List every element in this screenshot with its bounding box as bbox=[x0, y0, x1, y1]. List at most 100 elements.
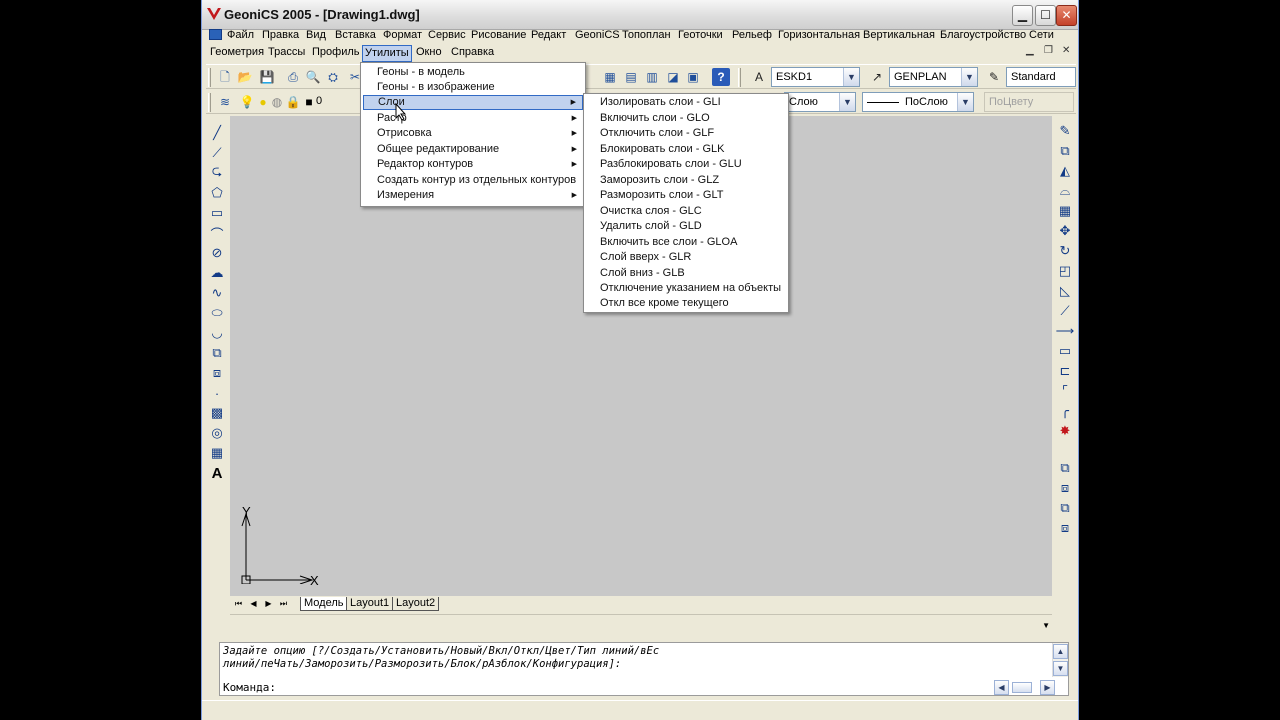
print-icon[interactable]: ⎙ bbox=[284, 68, 302, 86]
mdi-restore-icon[interactable]: ❐ bbox=[1044, 45, 1053, 56]
scroll-up-icon[interactable]: ▲ bbox=[1053, 644, 1068, 659]
polyline-icon[interactable]: ⮎ bbox=[207, 163, 227, 183]
draworder-above-icon[interactable]: ⧉ bbox=[1055, 498, 1075, 518]
maximize-button[interactable]: ☐ bbox=[1035, 5, 1056, 26]
rotate-icon[interactable]: ↻ bbox=[1055, 241, 1075, 261]
last-tab-icon[interactable]: ⏭ bbox=[277, 598, 290, 610]
draworder-back-icon[interactable]: ⧈ bbox=[1055, 478, 1075, 498]
toolbar-grip[interactable] bbox=[208, 68, 211, 87]
line-icon[interactable]: ╱ bbox=[207, 123, 227, 143]
layer-manager-icon[interactable]: ≋ bbox=[216, 93, 234, 111]
extend-icon[interactable]: ⟶ bbox=[1055, 321, 1075, 341]
submenu-item-off-all-but-current[interactable]: Откл все кроме текущего bbox=[586, 296, 786, 311]
menu-item-contour-editor[interactable]: Редактор контуров ▶ bbox=[363, 157, 583, 172]
chevron-down-icon[interactable]: ▼ bbox=[843, 68, 859, 86]
menu-geometry[interactable]: Геометрия bbox=[210, 44, 264, 61]
menu-item-create-contour[interactable]: Создать контур из отдельных контуров bbox=[363, 173, 583, 188]
mdi-minimize-icon[interactable]: ▁ bbox=[1026, 45, 1034, 56]
current-layer-name[interactable]: 0 bbox=[316, 95, 322, 107]
tab-model[interactable]: Модель bbox=[300, 597, 348, 611]
submenu-item-layer-down[interactable]: Слой вниз - GLB bbox=[586, 266, 786, 281]
quickcalc-icon[interactable]: ▣ bbox=[684, 68, 702, 86]
ellipse-icon[interactable]: ⬭ bbox=[207, 303, 227, 323]
hatch-icon[interactable]: ▩ bbox=[207, 403, 227, 423]
draworder-icon[interactable]: ⧉ bbox=[1055, 458, 1075, 478]
title-bar[interactable]: GeoniCS 2005 - [Drawing1.dwg] ▁ ☐ ✕ bbox=[202, 0, 1078, 30]
explode-icon[interactable]: ✸ bbox=[1055, 421, 1075, 441]
toolbar-grip[interactable] bbox=[738, 68, 741, 87]
command-vertical-scrollbar[interactable]: ▲ ▼ bbox=[1052, 643, 1068, 677]
markup-icon[interactable]: ◪ bbox=[664, 68, 682, 86]
region-icon[interactable]: ◎ bbox=[207, 423, 227, 443]
join-icon[interactable]: ⊏ bbox=[1055, 361, 1075, 381]
command-window[interactable]: Задайте опцию [?/Создать/Установить/Новы… bbox=[219, 642, 1069, 696]
trim-icon[interactable]: ⟋ bbox=[1055, 301, 1075, 321]
tool-palettes-icon[interactable]: ▤ bbox=[622, 68, 640, 86]
dim-style-icon[interactable]: ↗ bbox=[868, 68, 886, 86]
menu-item-geons-to-model[interactable]: Геоны - в модель bbox=[363, 65, 583, 80]
submenu-item-layers-on[interactable]: Включить слои - GLO bbox=[586, 111, 786, 126]
revision-cloud-icon[interactable]: ☁ bbox=[207, 263, 227, 283]
menu-item-measurements[interactable]: Измерения ▶ bbox=[363, 188, 583, 203]
chevron-down-icon[interactable]: ▼ bbox=[839, 93, 855, 111]
table-icon[interactable]: ▦ bbox=[207, 443, 227, 463]
close-button[interactable]: ✕ bbox=[1056, 5, 1077, 26]
draworder-under-icon[interactable]: ⧈ bbox=[1055, 518, 1075, 538]
submenu-item-delete-layer[interactable]: Удалить слой - GLD bbox=[586, 219, 786, 234]
menu-utilities[interactable]: Утилиты bbox=[362, 45, 412, 62]
submenu-item-layers-off[interactable]: Отключить слои - GLF bbox=[586, 126, 786, 141]
chamfer-icon[interactable]: ⌜ bbox=[1055, 381, 1075, 401]
menu-help[interactable]: Справка bbox=[451, 44, 494, 61]
text-style-icon[interactable]: A bbox=[750, 68, 768, 86]
submenu-item-freeze-layers[interactable]: Заморозить слои - GLZ bbox=[586, 173, 786, 188]
submenu-item-thaw-layers[interactable]: Разморозить слои - GLT bbox=[586, 188, 786, 203]
menu-item-rendering[interactable]: Отрисовка ▶ bbox=[363, 126, 583, 141]
scroll-thumb[interactable] bbox=[1012, 682, 1032, 693]
table-style-icon[interactable]: ✎ bbox=[985, 68, 1003, 86]
ellipse-arc-icon[interactable]: ◡ bbox=[207, 323, 227, 343]
menu-profile[interactable]: Профиль bbox=[312, 44, 360, 61]
construction-line-icon[interactable]: ⟋ bbox=[207, 143, 227, 163]
mdi-close-icon[interactable]: ✕ bbox=[1062, 45, 1070, 56]
circle-icon[interactable]: ⊘ bbox=[207, 243, 227, 263]
chevron-down-icon[interactable]: ▼ bbox=[1042, 621, 1050, 630]
save-icon[interactable]: 💾 bbox=[258, 68, 276, 86]
spline-icon[interactable]: ∿ bbox=[207, 283, 227, 303]
move-icon[interactable]: ✥ bbox=[1055, 221, 1075, 241]
tab-layout1[interactable]: Layout1 bbox=[346, 597, 394, 611]
submenu-item-lock-layers[interactable]: Блокировать слои - GLK bbox=[586, 142, 786, 157]
copy-icon[interactable]: ⧉ bbox=[1055, 141, 1075, 161]
command-horizontal-scrollbar[interactable]: ◀ ▶ bbox=[994, 680, 1070, 695]
help-icon[interactable]: ? bbox=[712, 68, 730, 86]
erase-icon[interactable]: ✎ bbox=[1055, 121, 1075, 141]
chevron-down-icon[interactable]: ▼ bbox=[957, 93, 973, 111]
arc-icon[interactable]: ⌒ bbox=[207, 223, 227, 243]
publish-icon[interactable]: ⛭ bbox=[324, 68, 342, 86]
prev-tab-icon[interactable]: ◀ bbox=[247, 598, 260, 610]
tab-layout2[interactable]: Layout2 bbox=[392, 597, 440, 611]
table-style-select[interactable]: Standard bbox=[1006, 67, 1076, 87]
submenu-item-off-by-objects[interactable]: Отключение указанием на объекты bbox=[586, 281, 786, 296]
dim-style-select[interactable]: GENPLAN ▼ bbox=[889, 67, 978, 87]
menu-window[interactable]: Окно bbox=[416, 44, 442, 61]
text-style-select[interactable]: ESKD1 ▼ bbox=[771, 67, 860, 87]
open-file-icon[interactable]: 📂 bbox=[236, 68, 254, 86]
submenu-item-all-layers-on[interactable]: Включить все слои - GLOA bbox=[586, 235, 786, 250]
scroll-right-icon[interactable]: ▶ bbox=[1040, 680, 1055, 695]
new-file-icon[interactable]: 🗋 bbox=[216, 68, 234, 86]
minimize-button[interactable]: ▁ bbox=[1012, 5, 1033, 26]
chevron-down-icon[interactable]: ▼ bbox=[961, 68, 977, 86]
scroll-left-icon[interactable]: ◀ bbox=[994, 680, 1009, 695]
submenu-item-isolate-layers[interactable]: Изолировать слои - GLI bbox=[586, 95, 786, 110]
make-block-icon[interactable]: ⧈ bbox=[207, 363, 227, 383]
stretch-icon[interactable]: ◺ bbox=[1055, 281, 1075, 301]
point-icon[interactable]: · bbox=[207, 383, 227, 403]
command-prompt[interactable]: Команда: bbox=[223, 681, 276, 694]
linetype-select[interactable]: ПоСлою ▼ bbox=[862, 92, 974, 112]
polygon-icon[interactable]: ⬠ bbox=[207, 183, 227, 203]
preview-icon[interactable]: 🔍 bbox=[304, 68, 322, 86]
color-select[interactable]: Слою ▼ bbox=[784, 92, 856, 112]
menu-item-general-editing[interactable]: Общее редактирование ▶ bbox=[363, 142, 583, 157]
rectangle-icon[interactable]: ▭ bbox=[207, 203, 227, 223]
sheet-set-icon[interactable]: ▥ bbox=[643, 68, 661, 86]
